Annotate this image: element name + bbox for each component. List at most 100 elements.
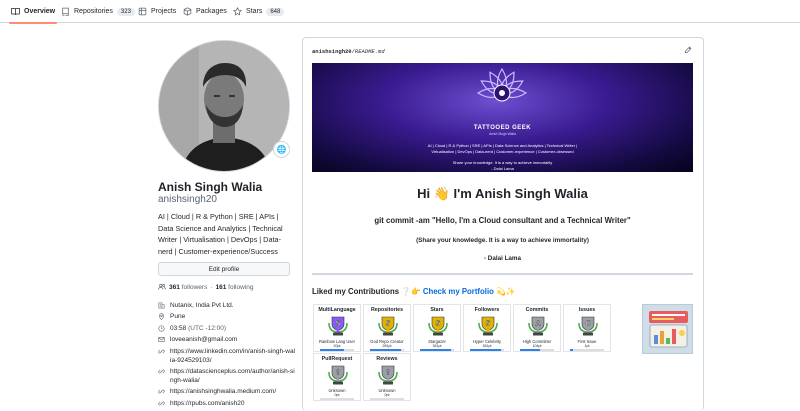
detail-local-time: 03:58 (UTC -12:00) bbox=[158, 324, 296, 333]
detail-link-datascienceplus[interactable]: https://datascienceplus.com/author/anish… bbox=[158, 367, 296, 385]
mail-icon bbox=[158, 335, 165, 344]
tab-packages-label: Packages bbox=[196, 8, 227, 15]
readme-tagline: git commit -am "Hello, I'm a Cloud consu… bbox=[374, 216, 631, 225]
banner-line-3: Share your knowledge. It is a way to ach… bbox=[452, 160, 553, 165]
link-icon bbox=[158, 367, 165, 376]
trophy-multilanguage: MultiLanguage S Rainbow Lang User 20pt bbox=[313, 304, 361, 352]
trophy-title: Issues bbox=[578, 307, 596, 313]
trophy-title: MultiLanguage bbox=[318, 307, 356, 313]
tab-projects[interactable]: Projects bbox=[138, 0, 176, 23]
profile-tab-bar: Overview Repositories 323 Projects Packa… bbox=[0, 0, 800, 24]
trophy-progress-bar bbox=[570, 349, 604, 351]
tattooed-geek-logo bbox=[476, 67, 528, 102]
liked-contributions-line: Liked my Contributions ❔👉 Check my Portf… bbox=[312, 287, 516, 296]
readme-quote-author: - Dalai Lama bbox=[483, 255, 522, 262]
followers-label: followers bbox=[181, 283, 208, 291]
trophy-progress-fill bbox=[420, 349, 451, 351]
trophy-rank: S bbox=[486, 321, 491, 328]
following-link[interactable]: 161 following bbox=[216, 284, 254, 291]
trophy-title: Reviews bbox=[376, 356, 398, 362]
tab-projects-label: Projects bbox=[151, 8, 177, 15]
trophy-progress-bar bbox=[520, 349, 554, 351]
readme-divider bbox=[312, 273, 693, 275]
trophy-progress-fill bbox=[320, 349, 344, 351]
following-count: 161 bbox=[215, 283, 227, 291]
tab-stars[interactable]: Stars 648 bbox=[233, 0, 285, 23]
repositories-count-badge: 323 bbox=[116, 7, 135, 16]
data-science-sticker-image bbox=[642, 304, 693, 354]
trophy-progress-bar bbox=[370, 398, 404, 400]
profile-name: Anish Singh Walia bbox=[158, 180, 263, 194]
clock-icon bbox=[158, 324, 165, 333]
trophy-title: Commits bbox=[525, 307, 549, 313]
detail-location: Pune bbox=[158, 312, 296, 321]
trophy-title: Repositories bbox=[370, 307, 404, 313]
star-icon bbox=[233, 7, 242, 16]
edit-readme-button[interactable] bbox=[684, 46, 692, 56]
trophy-cup-icon: ? bbox=[378, 365, 398, 385]
readme-path: anishsingh20/README.md bbox=[312, 48, 385, 55]
detail-link-rpubs[interactable]: https://rpubs.com/anish20 bbox=[158, 399, 296, 408]
readme-path-user[interactable]: anishsingh20 bbox=[312, 48, 352, 55]
link-icon bbox=[158, 399, 165, 408]
trophy-rank: ? bbox=[336, 370, 340, 377]
banner-line-2: Virtualisation | DevOps | Data-nerd | Cu… bbox=[431, 149, 574, 154]
followers-summary: 361 followers · 161 following bbox=[158, 283, 253, 291]
trophy-rank: ? bbox=[386, 370, 390, 377]
trophy-title: Followers bbox=[474, 307, 500, 313]
organization-icon bbox=[158, 301, 165, 310]
trophy-cup-icon: S bbox=[428, 316, 448, 336]
trophy-points: 20pt bbox=[333, 344, 341, 348]
trophy-cup-icon: A bbox=[528, 316, 548, 336]
trophy-title: PullRequest bbox=[321, 356, 353, 362]
follow-separator: · bbox=[210, 283, 213, 291]
followers-link[interactable]: 361 followers bbox=[169, 284, 207, 291]
trophy-progress-bar bbox=[420, 349, 454, 351]
followers-count: 361 bbox=[169, 283, 180, 291]
project-icon bbox=[138, 7, 147, 16]
trophy-cup-icon: S bbox=[378, 316, 398, 336]
tab-repositories[interactable]: Repositories 323 bbox=[61, 0, 135, 23]
banner-line-4: - Dalai Lama bbox=[491, 166, 514, 171]
trophy-progress-bar bbox=[370, 349, 404, 351]
following-label: following bbox=[228, 283, 254, 291]
trophy-commits: Commits A High Committer 104pt bbox=[513, 304, 561, 352]
location-icon bbox=[158, 312, 165, 321]
trophy-cup-icon: C bbox=[578, 316, 598, 336]
portfolio-link[interactable]: Check my Portfolio bbox=[423, 287, 494, 296]
tab-stars-label: Stars bbox=[246, 8, 263, 15]
link-icon bbox=[158, 347, 165, 356]
stars-count-badge: 648 bbox=[266, 7, 285, 16]
readme-greeting: Hi 👋 I'm Anish Singh Walia bbox=[417, 186, 588, 201]
readme-path-file: README.md bbox=[354, 48, 385, 55]
detail-link-medium[interactable]: https://anishsinghwalia.medium.com/ bbox=[158, 387, 296, 396]
trophy-rank: S bbox=[436, 321, 441, 328]
banner-brand-sub: Anish Singh Walia bbox=[489, 132, 516, 136]
trophy-points: 361pt bbox=[432, 344, 442, 348]
trophy-points: 0pt bbox=[384, 393, 390, 397]
trophy-followers: Followers S Hyper Celebrity 361pt bbox=[463, 304, 511, 352]
trophy-progress-bar bbox=[320, 398, 354, 400]
tab-overview-label: Overview bbox=[24, 8, 56, 15]
trophy-progress-fill bbox=[520, 349, 541, 351]
trophy-points: 281pt bbox=[382, 344, 392, 348]
trophy-cup-icon: ? bbox=[328, 365, 348, 385]
link-icon bbox=[158, 387, 165, 396]
avatar[interactable] bbox=[158, 40, 290, 172]
pencil-icon bbox=[684, 46, 692, 54]
people-icon bbox=[158, 283, 166, 290]
tab-overview[interactable]: Overview bbox=[8, 0, 58, 24]
tab-packages[interactable]: Packages bbox=[183, 0, 227, 23]
trophy-pullrequest: PullRequest? Unknown 0pt bbox=[313, 353, 361, 401]
detail-link-linkedin[interactable]: https://www.linkedin.com/in/anish-singh-… bbox=[158, 347, 296, 365]
status-emoji-button[interactable]: 🌐 bbox=[273, 141, 290, 158]
trophy-repositories: Repositories S God Repo Creator 281pt bbox=[363, 304, 411, 352]
edit-profile-button[interactable]: Edit profile bbox=[158, 262, 290, 276]
trophy-progress-fill bbox=[570, 349, 574, 351]
detail-email[interactable]: loveeanish@gmail.com bbox=[158, 335, 296, 344]
profile-details: Nutanix, India Pvt Ltd. Pune 03:58 (UTC … bbox=[158, 301, 296, 410]
trophy-issues: Issues C First Issue 1pt bbox=[563, 304, 611, 352]
trophy-stars: Stars S Stargazer 361pt bbox=[413, 304, 461, 352]
trophy-progress-bar bbox=[320, 349, 354, 351]
trophy-rank: S bbox=[336, 321, 341, 328]
